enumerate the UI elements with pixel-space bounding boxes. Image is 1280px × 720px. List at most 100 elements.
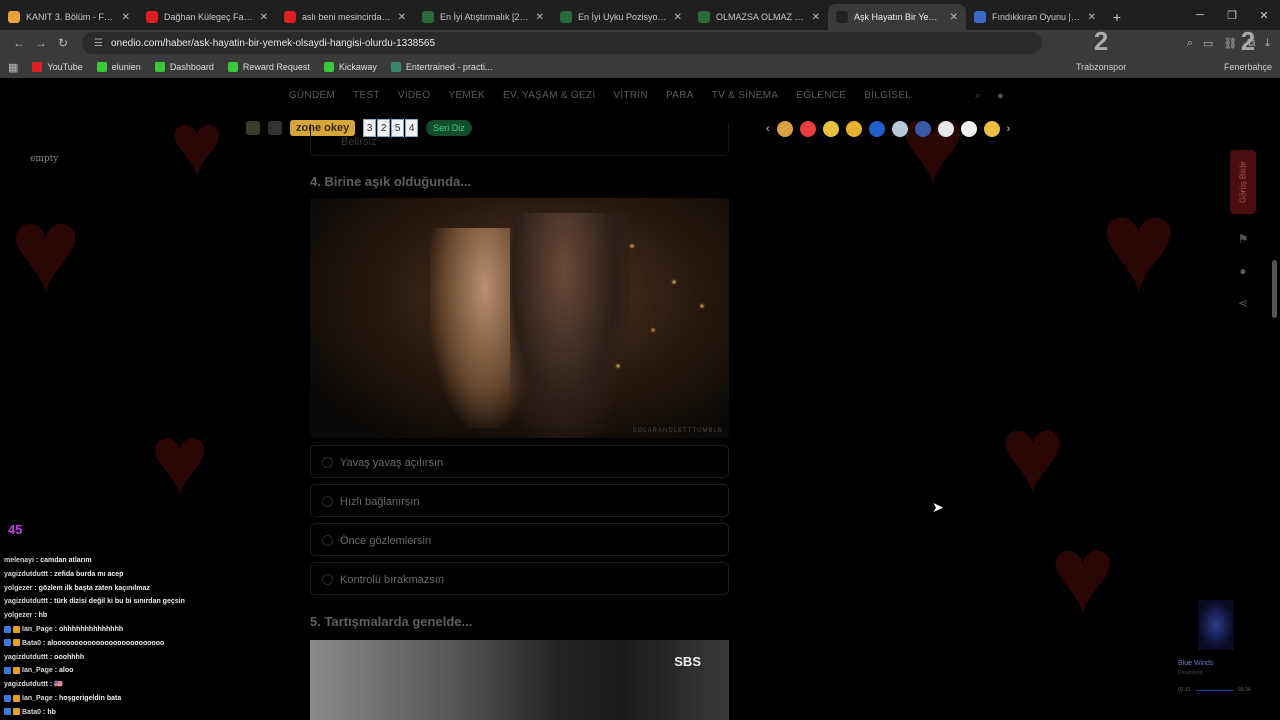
site-nav-item[interactable]: TEST [353, 90, 380, 101]
browser-tab[interactable]: En İyi Uyku Pozisyonu #1 ✕ [552, 4, 690, 30]
site-nav-item[interactable]: BİLGİSEL [864, 90, 911, 101]
stream-chat: melenayi : camdan atlarım yagizdutduttt :… [4, 554, 304, 720]
chat-message: Ian_Page : hoşgerigeldin bata [4, 692, 304, 706]
badge-icon [13, 625, 20, 633]
bookmark-item[interactable]: YouTube [32, 62, 83, 72]
site-nav-item[interactable]: YEMEK [448, 90, 485, 101]
radio-icon[interactable] [322, 574, 333, 585]
browser-tab[interactable]: OLMAZSA OLMAZ - Tier ✕ [690, 4, 828, 30]
team-left-badge: 2 Trabzonspor [1076, 28, 1126, 72]
chat-message: Ian_Page : aloo [4, 664, 304, 678]
bookmark-favicon-icon [96, 62, 107, 72]
heart-decoration: ♥ [1050, 513, 1116, 636]
answer-option[interactable]: Hızlı bağlanırsın [310, 484, 729, 517]
tab-favicon-icon [974, 11, 986, 23]
emoji-reaction-icon[interactable] [983, 121, 1000, 137]
bookmark-item[interactable]: Reward Request [227, 62, 310, 72]
tab-close-icon[interactable]: ✕ [1088, 12, 1096, 23]
chat-username: yagizdutduttt [4, 653, 48, 661]
minimize-icon[interactable]: ─ [1184, 0, 1216, 30]
tab-close-icon[interactable]: ✕ [950, 12, 958, 23]
site-nav-item[interactable]: EV, YAŞAM & GEZİ [503, 90, 595, 101]
bookmark-icon[interactable]: ⚑ [1238, 232, 1249, 246]
chat-message: yagizdutduttt : 🇺🇸 [4, 681, 63, 689]
browser-tab[interactable]: KANIT 3. Bölüm - Full Bölüm ✕ [0, 4, 138, 30]
share-icon[interactable]: ⋖ [1238, 296, 1248, 310]
tab-close-icon[interactable]: ✕ [122, 12, 130, 23]
previous-option[interactable]: Belirsiz [310, 124, 729, 156]
team-left-name: Trabzonspor [1076, 62, 1127, 72]
user-icon[interactable]: ● [997, 90, 1004, 103]
radio-icon[interactable] [322, 457, 333, 468]
answer-label: Hızlı bağlanırsın [340, 496, 420, 508]
tab-close-icon[interactable]: ✕ [674, 12, 682, 23]
browser-tab[interactable]: Aşk Hayatın Bir Yemek Olsaydı ✕ [828, 4, 966, 30]
chat-text: hoşgerigeldin bata [58, 694, 122, 702]
emoji-reaction-icon[interactable] [891, 121, 908, 137]
site-nav-item[interactable]: VİTRİN [613, 90, 648, 101]
reload-icon[interactable]: ↻ [52, 36, 74, 50]
tab-close-icon[interactable]: ✕ [398, 12, 406, 23]
emoji-reaction-icon[interactable] [937, 121, 954, 137]
emoji-reaction-icon[interactable] [868, 121, 885, 137]
site-nav-item[interactable]: GÜNDEM [289, 90, 335, 101]
emoji-reaction-icon[interactable] [960, 121, 977, 137]
tab-favicon-icon [422, 11, 434, 23]
tab-close-icon[interactable]: ✕ [812, 12, 820, 23]
answer-label: Yavaş yavaş açılırsın [340, 457, 444, 469]
answer-label: Önce gözlemlersin [340, 535, 432, 547]
site-nav-item[interactable]: PARA [666, 90, 694, 101]
site-info-icon[interactable]: ☰ [94, 38, 103, 49]
badge-icon [13, 708, 20, 716]
back-icon[interactable]: ← [8, 36, 30, 50]
comment-icon[interactable]: ● [1239, 264, 1246, 278]
browser-tab[interactable]: En İyi Atıştırmalık [256] - Tier ✕ [414, 4, 552, 30]
emoji-reaction-icon[interactable] [776, 121, 793, 137]
bookmark-label: Entertrained - practi... [405, 62, 493, 72]
bookmark-item[interactable]: Kickaway [323, 62, 377, 72]
chat-username: Bata0 [22, 639, 42, 647]
site-nav-item[interactable]: EĞLENCE [796, 90, 846, 101]
chat-message: yagizdutduttt : ooohhhh [4, 653, 85, 661]
tab-close-icon[interactable]: ✕ [260, 12, 268, 23]
game-icon[interactable] [246, 121, 260, 135]
chat-text: zefida burda mı acep [54, 570, 124, 578]
question-image: SOLARANDLETTTUMBLR [310, 198, 729, 438]
browser-tab[interactable]: Dağhan Külegeç Fan - YouTube ✕ [138, 4, 276, 30]
tab-close-icon[interactable]: ✕ [536, 12, 544, 23]
browser-tab[interactable]: Fındıkkıran Oyunu | Bedava ✕ [966, 4, 1104, 30]
answer-option[interactable]: Önce gözlemlersin [310, 523, 729, 556]
game-icon[interactable] [268, 121, 282, 135]
bookmark-item[interactable]: Entertrained - practi... [390, 62, 493, 72]
bookmark-item[interactable]: Dashboard [154, 62, 214, 72]
emoji-reaction-icon[interactable] [914, 121, 931, 137]
browser-tab[interactable]: aslı beni mesincirdan aranıyor ✕ [276, 4, 414, 30]
chat-message: Ian_Page : ohhhhhhhhhhhhhh [4, 623, 304, 637]
feedback-button[interactable]: Görüş Bildir [1230, 150, 1256, 214]
chevron-right-icon[interactable]: › [1007, 123, 1011, 135]
emoji-reaction-icon[interactable] [822, 121, 839, 137]
badge-icon [4, 708, 11, 716]
song-title: Blue Winds [1178, 660, 1214, 667]
forward-icon[interactable]: → [30, 36, 52, 50]
emoji-reaction-icon[interactable] [799, 121, 816, 137]
chat-username: yagizdutduttt [4, 598, 48, 606]
zoom-icon[interactable]: ⌕ [1187, 37, 1193, 50]
bookmark-item[interactable]: elunien [96, 62, 141, 72]
tab-bar: KANIT 3. Bölüm - Full Bölüm✕Dağhan Küleg… [0, 0, 1280, 30]
tab-title: En İyi Uyku Pozisyonu #1 [578, 12, 668, 22]
site-nav-item[interactable]: TV & SİNEMA [712, 90, 779, 101]
bookmark-label: elunien [111, 62, 141, 72]
radio-icon[interactable] [322, 496, 333, 507]
radio-icon[interactable] [322, 535, 333, 546]
cast-icon[interactable]: ▭ [1203, 37, 1213, 50]
site-nav-item[interactable]: VİDEO [398, 90, 431, 101]
search-icon[interactable]: ⌕ [975, 90, 981, 103]
apps-icon[interactable]: ▦ [8, 61, 18, 74]
url-input[interactable]: ☰ onedio.com/haber/ask-hayatin-bir-yemek… [82, 32, 1042, 54]
chevron-left-icon[interactable]: ‹ [766, 123, 770, 135]
emoji-reaction-icon[interactable] [845, 121, 862, 137]
scrollbar[interactable] [1272, 260, 1277, 318]
answer-option[interactable]: Yavaş yavaş açılırsın [310, 445, 729, 478]
answer-option[interactable]: Kontrolü bırakmazsın [310, 562, 729, 595]
